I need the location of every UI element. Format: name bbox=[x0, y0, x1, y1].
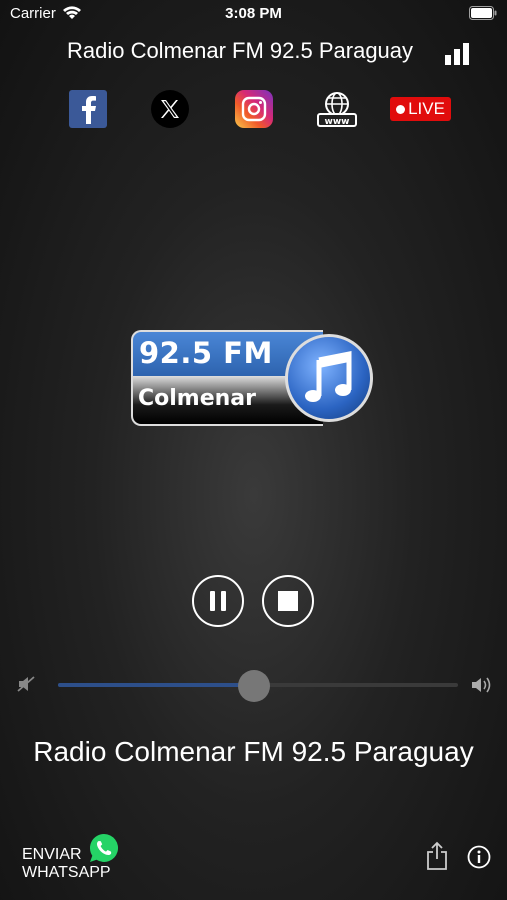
whatsapp-label-line1: ENVIAR bbox=[22, 846, 82, 863]
volume-fill bbox=[58, 683, 254, 687]
signal-bars-icon[interactable] bbox=[445, 43, 471, 65]
live-label: LIVE bbox=[408, 99, 445, 118]
facebook-icon bbox=[82, 96, 96, 124]
volume-mute-icon bbox=[17, 676, 35, 692]
svg-text:www: www bbox=[325, 117, 350, 127]
status-bar: Carrier 3:08 PM bbox=[0, 0, 507, 28]
social-links: www LIVE bbox=[0, 90, 507, 130]
music-note-icon bbox=[285, 334, 373, 422]
share-icon[interactable] bbox=[426, 841, 448, 871]
volume-thumb[interactable] bbox=[238, 670, 270, 702]
facebook-button[interactable] bbox=[69, 90, 107, 128]
pause-icon bbox=[210, 591, 226, 611]
x-twitter-button[interactable] bbox=[151, 90, 189, 128]
globe-www-icon: www bbox=[317, 92, 357, 127]
logo-frequency: 92.5 FM bbox=[139, 336, 273, 370]
website-button[interactable]: www bbox=[316, 90, 358, 128]
stop-button[interactable] bbox=[262, 575, 314, 627]
instagram-icon bbox=[241, 96, 267, 122]
stop-icon bbox=[278, 591, 298, 611]
logo-station-name: Colmenar bbox=[138, 386, 257, 411]
app-title: Radio Colmenar FM 92.5 Paraguay bbox=[66, 38, 414, 63]
x-logo-icon bbox=[161, 100, 179, 118]
live-dot-icon bbox=[396, 104, 406, 114]
instagram-button[interactable] bbox=[235, 90, 273, 128]
now-playing-title: Radio Colmenar FM 92.5 Paraguay bbox=[33, 736, 474, 767]
battery-icon bbox=[469, 6, 497, 20]
volume-high-icon bbox=[472, 677, 491, 693]
volume-slider[interactable] bbox=[58, 670, 458, 702]
info-icon[interactable] bbox=[467, 845, 491, 869]
live-button[interactable]: LIVE bbox=[390, 97, 451, 121]
whatsapp-icon bbox=[89, 833, 119, 862]
whatsapp-send-button[interactable]: ENVIAR WHATSAPP bbox=[22, 832, 142, 884]
station-logo: 92.5 FM Colmenar bbox=[131, 330, 374, 426]
whatsapp-label-line2: WHATSAPP bbox=[22, 864, 111, 881]
clock: 3:08 PM bbox=[225, 5, 282, 22]
pause-button[interactable] bbox=[192, 575, 244, 627]
